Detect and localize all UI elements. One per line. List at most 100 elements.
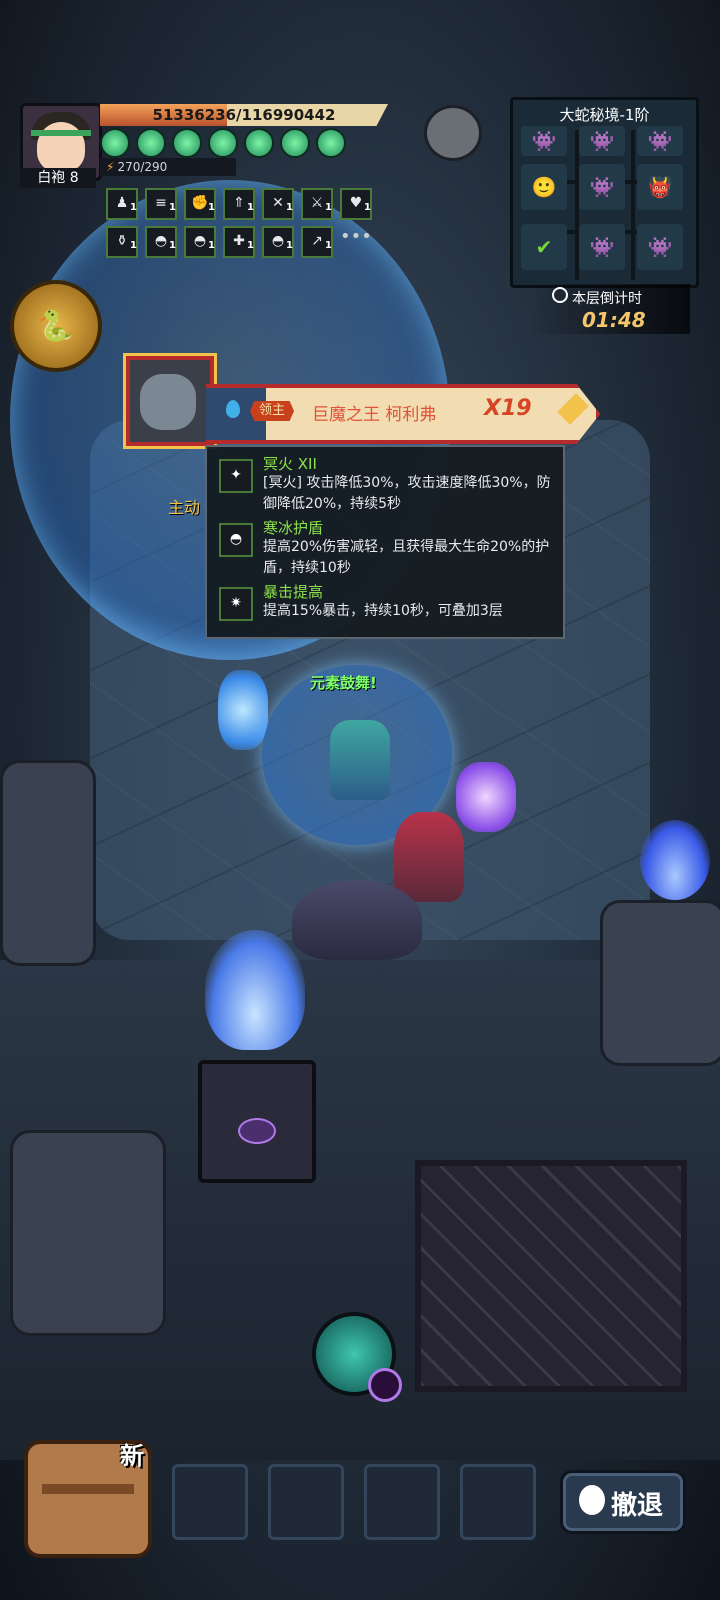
- skill-level: 1: [286, 240, 293, 251]
- player-hp-bar: 51336236/116990442: [100, 104, 388, 126]
- hero-effect-text: 元素鼓舞!: [310, 674, 377, 692]
- ice-shield-icon[interactable]: ◓ 1: [262, 226, 294, 258]
- gem-icon: [172, 128, 202, 158]
- skill-level: 1: [208, 202, 215, 213]
- skill-row-2: ⚱ 1 ◓ 1 ◓ 1 ✚ 1 ◓ 1 ↗ 1 •••: [106, 226, 372, 258]
- heal-plus-icon[interactable]: ✚ 1: [223, 226, 255, 258]
- player-name: 白袍 8: [20, 168, 96, 188]
- shadow-cat-pet: [292, 880, 422, 960]
- scroll-icon[interactable]: ≡ 1: [145, 188, 177, 220]
- map-room-monster[interactable]: 👾: [637, 126, 683, 156]
- energy-bar: ⚡ 270/290: [100, 158, 236, 176]
- skill-level: 1: [325, 202, 332, 213]
- chained-gate: [415, 1160, 687, 1392]
- map-room-cleared[interactable]: ✔: [521, 224, 567, 270]
- skill-level: 1: [247, 202, 254, 213]
- buff-title: 冥火 XII: [263, 455, 317, 473]
- gem-icon: [136, 128, 166, 158]
- muscle-icon[interactable]: ✊ 1: [184, 188, 216, 220]
- buff-title: 寒冰护盾: [263, 519, 324, 537]
- skill-charge-indicator: [368, 1368, 402, 1402]
- retreat-button[interactable]: 撤退: [560, 1470, 686, 1534]
- gem-row: [100, 128, 346, 158]
- dark-fire-icon: ✦: [219, 459, 253, 493]
- spear-icon[interactable]: ↗ 1: [301, 226, 333, 258]
- map-room-boss[interactable]: 👹: [637, 164, 683, 210]
- gem-icon: [100, 128, 130, 158]
- lightning-icon: ⚡: [106, 160, 115, 174]
- item-slot-2[interactable]: [268, 1464, 344, 1540]
- gem-icon: [280, 128, 310, 158]
- eye-altar[interactable]: [198, 1060, 316, 1183]
- timer-value: 01:48: [582, 308, 646, 332]
- item-slot-3[interactable]: [364, 1464, 440, 1540]
- map-room-chest[interactable]: 👾: [521, 126, 567, 156]
- gem-icon: [244, 128, 274, 158]
- blue-flame-right: [640, 820, 710, 900]
- rock-right: [600, 900, 720, 1066]
- hp-text: 51336236/116990442: [152, 106, 336, 124]
- heart-shield-icon[interactable]: ♥ 1: [340, 188, 372, 220]
- troll-king-icon: [140, 374, 196, 430]
- settings-gear-icon[interactable]: [424, 105, 482, 161]
- skill-level: 1: [325, 240, 332, 251]
- eye-icon: [238, 1118, 276, 1144]
- potion-icon[interactable]: ⚱ 1: [106, 226, 138, 258]
- clock-icon: [552, 287, 568, 303]
- boss-name: 巨魔之王 柯利弗: [312, 405, 437, 425]
- gem-icon: [316, 128, 346, 158]
- crit-burst-icon: ✷: [219, 587, 253, 621]
- buff-tooltip: ✦ 冥火 XII [冥火] 攻击降低30%，攻击速度降低30%，防御降低20%，持续…: [205, 445, 565, 639]
- gem-icon: [208, 128, 238, 158]
- skill-level: 1: [247, 240, 254, 251]
- map-room-player[interactable]: 🙂: [521, 164, 567, 210]
- item-slot-1[interactable]: [172, 1464, 248, 1540]
- map-room-monster[interactable]: 👾: [637, 224, 683, 270]
- skill-level: 1: [364, 202, 371, 213]
- map-room-monster[interactable]: 👾: [579, 126, 625, 156]
- hero-character[interactable]: [330, 720, 390, 800]
- retreat-label: 撤退: [611, 1491, 664, 1521]
- ice-shield-icon: ◓: [219, 523, 253, 557]
- timer-label: 本层倒计时: [572, 291, 642, 307]
- rock-left: [0, 760, 96, 966]
- new-badge: 新: [120, 1442, 144, 1470]
- serpent-badge-icon[interactable]: 🐍: [10, 280, 102, 372]
- water-element-icon: [226, 400, 240, 418]
- rank-up-icon[interactable]: ⇑ 1: [223, 188, 255, 220]
- map-room-monster[interactable]: 👾: [579, 164, 625, 210]
- ice-shield-icon[interactable]: ◓ 1: [145, 226, 177, 258]
- minimap-title: 大蛇秘境-1阶: [559, 106, 650, 124]
- running-man-icon: [579, 1485, 605, 1515]
- active-skill-label: 主动: [168, 498, 201, 517]
- skill-row-1: ♟ 1 ≡ 1 ✊ 1 ⇑ 1 ✕ 1 ⚔ 1 ♥ 1: [106, 188, 372, 220]
- buff-description: 提高15%暴击，持续10秒，可叠加3层: [263, 603, 503, 619]
- skill-level: 1: [169, 240, 176, 251]
- floor-timer: 本层倒计时 01:48: [530, 284, 690, 334]
- sword-icon[interactable]: ⚔ 1: [301, 188, 333, 220]
- skill-level: 1: [169, 202, 176, 213]
- boss-tag: 领主: [250, 401, 294, 421]
- idol-icon[interactable]: ♟ 1: [106, 188, 138, 220]
- boss-hp-multiplier: X19: [484, 396, 532, 421]
- boss-portrait[interactable]: [126, 356, 214, 446]
- skill-level: 1: [130, 240, 137, 251]
- cross-swords-icon[interactable]: ✕ 1: [262, 188, 294, 220]
- item-slot-4[interactable]: [460, 1464, 536, 1540]
- buff-title: 暴击提高: [263, 583, 324, 601]
- skill-level: 1: [130, 202, 137, 213]
- ice-sprite-pet: [218, 670, 268, 750]
- energy-text: 270/290: [117, 160, 168, 174]
- skill-level: 1: [286, 202, 293, 213]
- witch-pet: [394, 812, 464, 902]
- blue-flame: [205, 930, 305, 1050]
- more-skills-button[interactable]: •••: [340, 226, 372, 254]
- rock-bottom-left: [10, 1130, 166, 1336]
- buff-description: 提高20%伤害减轻，且获得最大生命20%的护盾，持续10秒: [263, 539, 550, 576]
- fairy-pet: [456, 762, 516, 832]
- minimap[interactable]: 大蛇秘境-1阶 👾 👾 👾 🙂 👾 👹 ✔ 👾 👾: [510, 97, 699, 288]
- skill-level: 1: [208, 240, 215, 251]
- map-room-monster[interactable]: 👾: [579, 224, 625, 270]
- ice-shield-icon[interactable]: ◓ 1: [184, 226, 216, 258]
- buff-description: [冥火] 攻击降低30%，攻击速度降低30%，防御降低20%，持续5秒: [263, 475, 551, 512]
